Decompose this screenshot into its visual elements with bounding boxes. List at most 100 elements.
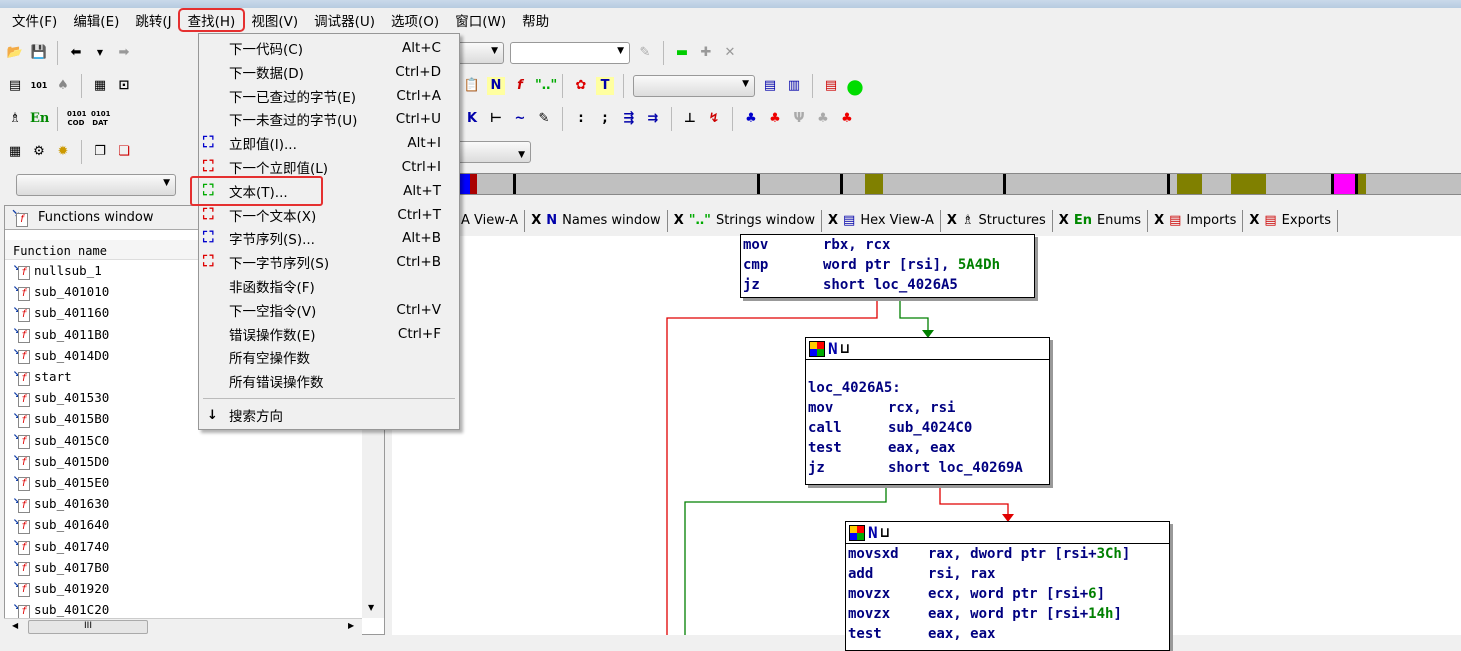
code-icon[interactable]: 0101 COD [67, 110, 86, 128]
graph-node-3[interactable]: N ⊔ movsxd rax, dword ptr [rsi+3Ch] add rsi, … [845, 521, 1170, 651]
function-list-item[interactable]: ↘ f sub_4017B0 [5, 556, 384, 578]
tab-strings-window[interactable]: X "‥" Strings window [668, 209, 822, 232]
find-menu-item-7[interactable]: ⛶ 下一个文本(X) Ctrl+T [199, 203, 459, 227]
plus-icon[interactable]: ✚ [697, 44, 715, 62]
find-menu-item-0[interactable]: 下一代码(C) Alt+C [199, 36, 459, 60]
find-menu-item-12[interactable]: 错误操作数(E) Ctrl+F [199, 322, 459, 346]
imports-icon[interactable]: 📋 [463, 77, 481, 95]
tilde-icon[interactable]: ~ [511, 110, 529, 128]
tab-structures[interactable]: X ♗ Structures [941, 209, 1053, 232]
menu-5[interactable]: 调试器(U) [306, 10, 383, 30]
xref2-icon[interactable]: ↯ [705, 110, 723, 128]
find-menu-item-14[interactable]: 所有错误操作数 [199, 369, 459, 393]
forward-arrow-icon[interactable]: ➡ [115, 44, 133, 62]
structures-icon[interactable]: ♗ [6, 110, 24, 128]
instruction-line[interactable]: test eax, eax [806, 438, 1049, 458]
find-menu-item-6[interactable]: ⛶ 文本(T)... Alt+T [190, 175, 459, 206]
tab-enums[interactable]: X En Enums [1053, 209, 1149, 232]
menu-6[interactable]: 选项(O) [383, 10, 447, 30]
find-menu-item-4[interactable]: ⛶ 立即值(I)... Alt+I [199, 131, 459, 155]
find-menu-item-2[interactable]: 下一已查过的字节(E) Ctrl+A [199, 84, 459, 108]
array-icon[interactable]: ⊢ [487, 110, 505, 128]
graph-node-loc_4026A5[interactable]: N ⊔ loc_4026A5: mov rcx, rsi call sub_4024C0 te… [805, 337, 1050, 485]
semicolon-icon[interactable]: ; [596, 110, 614, 128]
find-menu-item-10[interactable]: 非函数指令(F) [199, 274, 459, 298]
function-combo[interactable] [16, 174, 176, 196]
find-menu-item-13[interactable]: 所有空操作数 [199, 345, 459, 369]
plugin-icon[interactable]: ⚙ [30, 143, 48, 161]
instruction-line[interactable]: jz short loc_40269A [806, 458, 1049, 478]
segment-delete-icon[interactable]: ▥ [785, 77, 803, 95]
pen-icon[interactable]: ✎ [636, 44, 654, 62]
tab-close-icon[interactable]: X [1249, 213, 1259, 228]
xref-from-icon[interactable]: ♣ [814, 110, 832, 128]
function-list-item[interactable]: ↘ f sub_401640 [5, 514, 384, 535]
tab-names-window[interactable]: X N Names window [525, 209, 668, 232]
menu-4[interactable]: 视图(V) [243, 10, 306, 30]
graph-view[interactable]: mov rbx, rcx cmp word ptr [rsi], 5A4Dh jz sho… [392, 234, 1461, 651]
tab-hex-view-a[interactable]: X ▤ Hex View-A [822, 209, 941, 232]
tab-close-icon[interactable]: X [1154, 213, 1164, 228]
tab-exports[interactable]: X ▤ Exports [1243, 209, 1338, 232]
k-icon[interactable]: K [463, 110, 481, 128]
instruction-line[interactable]: add rsi, rax [846, 564, 1169, 584]
names-icon[interactable]: N [487, 77, 505, 95]
location-label[interactable]: loc_4026A5: [806, 378, 1049, 398]
menu-7[interactable]: 窗口(W) [447, 10, 514, 30]
graph-node-1[interactable]: mov rbx, rcx cmp word ptr [rsi], 5A4Dh jz sho… [740, 234, 1035, 298]
flower-icon[interactable]: ✿ [572, 77, 590, 95]
tab-close-icon[interactable]: X [531, 213, 541, 228]
segment-add-icon[interactable]: ▤ [761, 77, 779, 95]
tab-imports[interactable]: X ▤ Imports [1148, 209, 1244, 232]
colon-icon[interactable]: : [572, 110, 590, 128]
function-list-horizontal-scrollbar[interactable]: ◀ III ▶ [4, 618, 362, 635]
enums-icon[interactable]: En [30, 110, 49, 128]
type-icon[interactable]: T [596, 77, 614, 95]
user-xref-icon[interactable]: ♣ [838, 110, 856, 128]
menu-8[interactable]: 帮助 [514, 10, 557, 30]
function-list-item[interactable]: ↘ f sub_401920 [5, 577, 384, 599]
close-icon[interactable]: ✕ [721, 44, 739, 62]
find-menu-search-direction[interactable]: ↓ 搜索方向 [199, 403, 459, 427]
menu-3[interactable]: 查找(H) [177, 8, 246, 32]
instruction-line[interactable]: mov rcx, rsi [806, 398, 1049, 418]
tab-close-icon[interactable]: X [674, 213, 684, 228]
function-list-item[interactable]: ↘ f sub_4015C0 [5, 429, 384, 451]
save-icon[interactable]: 💾 [30, 44, 48, 62]
reset-icon[interactable]: ❏ [115, 143, 133, 161]
instruction-line[interactable]: test eax, eax [846, 624, 1169, 644]
text-view-icon[interactable]: ▤ [6, 77, 24, 95]
gear-icon[interactable]: ✹ [54, 143, 72, 161]
find-menu-item-8[interactable]: ⛶ 字节序列(S)... Alt+B [199, 226, 459, 250]
pencil-icon[interactable]: ✎ [535, 110, 553, 128]
tab-a-view-a[interactable]: A View-A [455, 209, 526, 232]
tab-close-icon[interactable]: X [828, 213, 838, 228]
open-folder-icon[interactable]: 📂 [6, 44, 24, 62]
instruction-line[interactable]: jz short loc_4026A5 [741, 275, 1034, 295]
functions-icon[interactable]: f [511, 77, 529, 95]
function-list-item[interactable]: ↘ f sub_401630 [5, 493, 384, 514]
segment-combo[interactable] [633, 75, 755, 97]
back-arrow-icon[interactable]: ⬅ [67, 44, 85, 62]
run-icon[interactable]: ● [846, 76, 864, 96]
menu-2[interactable]: 跳转(J [127, 10, 179, 30]
find-menu-item-3[interactable]: 下一未查过的字节(U) Ctrl+U [199, 107, 459, 131]
data-icon[interactable]: 0101 DAT [91, 110, 110, 128]
function-list-item[interactable]: ↘ f sub_401740 [5, 535, 384, 556]
function-list-item[interactable]: ↘ f sub_4015E0 [5, 471, 384, 493]
calculator-icon[interactable]: ▦ [6, 143, 24, 161]
find-menu-item-11[interactable]: 下一空指令(V) Ctrl+V [199, 298, 459, 322]
windows-icon[interactable]: ❐ [91, 143, 109, 161]
xref-to-icon[interactable]: Ψ [790, 110, 808, 128]
tab-close-icon[interactable]: X [947, 213, 957, 228]
calculator-icon[interactable]: ▦ [91, 77, 109, 95]
string2-icon[interactable]: ⇉ [644, 110, 662, 128]
hex-icon[interactable]: 101 [30, 77, 48, 95]
xref-icon[interactable]: ⊥ [681, 110, 699, 128]
tab-close-icon[interactable]: X [1059, 213, 1069, 228]
scroll-thumb[interactable]: III [28, 620, 148, 634]
flow-icon[interactable]: ⊡ [115, 77, 133, 95]
graph-icon[interactable]: ♠ [54, 77, 72, 95]
minus-icon[interactable]: ▬ [673, 44, 691, 62]
chevron-down-icon[interactable]: ▼ [91, 44, 109, 62]
